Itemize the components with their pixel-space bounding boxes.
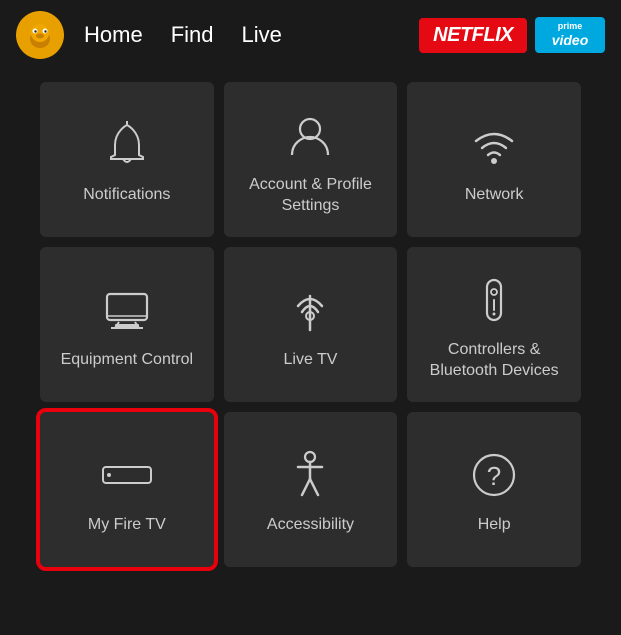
grid-item-help[interactable]: ? Help [407, 412, 581, 567]
avatar[interactable] [16, 11, 64, 59]
prime-label-top: prime [558, 21, 583, 32]
nav-links: Home Find Live [84, 22, 399, 48]
live-tv-label: Live TV [284, 350, 338, 371]
accessibility-icon [280, 445, 340, 505]
my-fire-tv-label: My Fire TV [88, 515, 166, 536]
tv-icon [97, 280, 157, 340]
grid-item-notifications[interactable]: Notifications [40, 82, 214, 237]
notifications-label: Notifications [83, 185, 170, 206]
person-icon [280, 105, 340, 165]
network-label: Network [465, 185, 524, 206]
bell-icon [97, 115, 157, 175]
grid-item-account-profile[interactable]: Account & Profile Settings [224, 82, 398, 237]
remote-icon [464, 270, 524, 330]
grid-item-my-fire-tv[interactable]: My Fire TV [40, 412, 214, 567]
equipment-control-label: Equipment Control [61, 350, 194, 371]
settings-grid: Notifications Account & Profile Settings… [0, 70, 621, 579]
controllers-bluetooth-label: Controllers & Bluetooth Devices [417, 340, 571, 382]
question-icon: ? [464, 445, 524, 505]
firetv-icon [97, 445, 157, 505]
grid-item-equipment-control[interactable]: Equipment Control [40, 247, 214, 402]
grid-item-live-tv[interactable]: Live TV [224, 247, 398, 402]
prime-label-bottom: video [552, 32, 589, 49]
nav-brands: NETFLIX prime video [419, 17, 605, 53]
svg-text:?: ? [487, 461, 501, 491]
netflix-button[interactable]: NETFLIX [419, 18, 527, 53]
help-label: Help [478, 515, 511, 536]
antenna-icon [280, 280, 340, 340]
grid-item-controllers-bluetooth[interactable]: Controllers & Bluetooth Devices [407, 247, 581, 402]
grid-item-accessibility[interactable]: Accessibility [224, 412, 398, 567]
grid-item-network[interactable]: Network [407, 82, 581, 237]
accessibility-label: Accessibility [267, 515, 354, 536]
wifi-icon [464, 115, 524, 175]
nav-find[interactable]: Find [171, 22, 214, 48]
top-nav: Home Find Live NETFLIX prime video [0, 0, 621, 70]
prime-video-button[interactable]: prime video [535, 17, 605, 53]
nav-live[interactable]: Live [241, 22, 281, 48]
nav-home[interactable]: Home [84, 22, 143, 48]
account-profile-label: Account & Profile Settings [234, 175, 388, 217]
